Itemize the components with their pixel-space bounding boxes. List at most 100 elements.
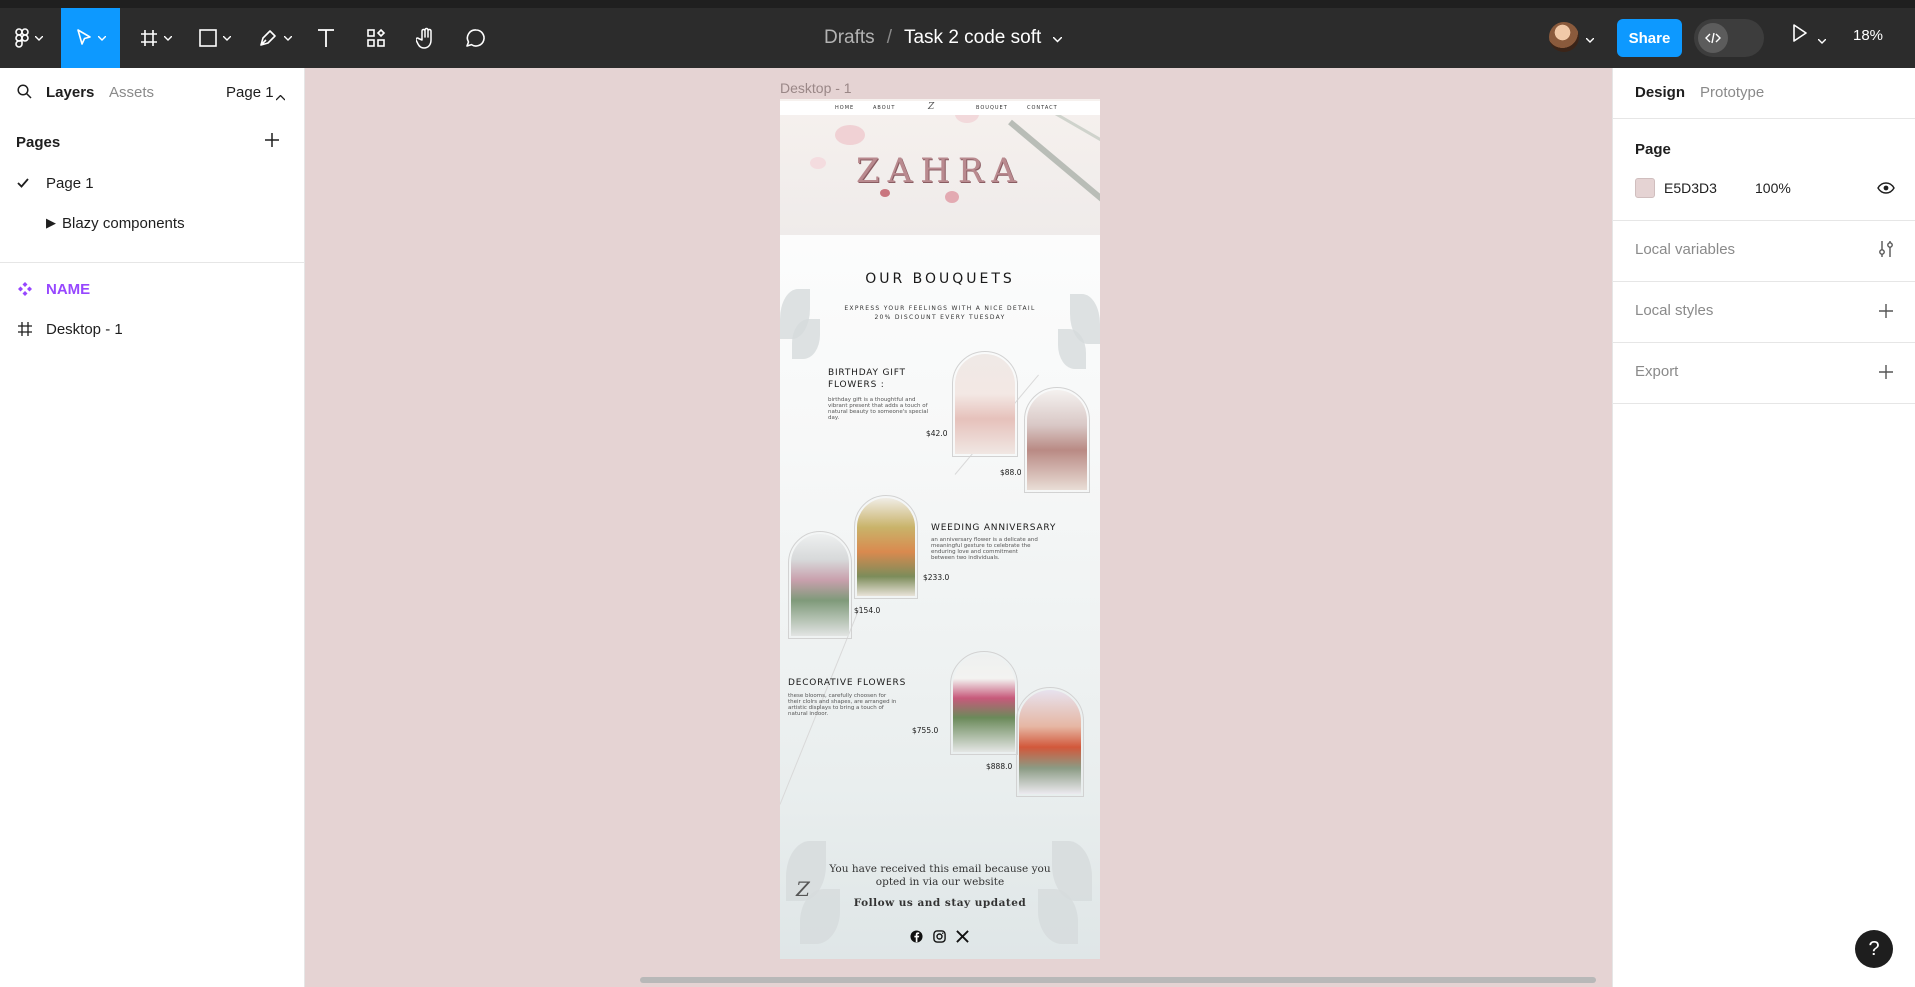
local-styles-heading[interactable]: Local styles: [1635, 302, 1713, 319]
play-icon[interactable]: [1792, 24, 1808, 47]
chevron-down-icon: [164, 35, 172, 41]
help-button[interactable]: ?: [1855, 930, 1893, 968]
nav-about: ABOUT: [873, 105, 896, 111]
hand-tool-button[interactable]: [411, 8, 441, 68]
chevron-down-icon[interactable]: [1817, 31, 1827, 49]
shape-tool-button[interactable]: [192, 8, 238, 68]
divider: [1613, 118, 1915, 119]
price-label: $88.0: [1000, 468, 1022, 477]
chevron-down-icon: [223, 35, 231, 41]
page-item-label: Page 1: [46, 175, 94, 192]
email-frame[interactable]: ZAHRA HOME ABOUT Z BOUQUET CONTACT OUR B…: [780, 99, 1100, 959]
comment-tool-button[interactable]: [461, 8, 491, 68]
bouquet-photo: [1019, 690, 1081, 794]
category-title: DECORATIVE FLOWERS: [788, 678, 907, 688]
email-nav: HOME ABOUT Z BOUQUET CONTACT: [780, 101, 1100, 115]
tab-strip: [0, 0, 1915, 8]
divider: [1613, 342, 1915, 343]
bouquet-image: [1024, 387, 1090, 493]
flower-decoration: [835, 125, 865, 145]
add-export-icon[interactable]: [1878, 364, 1894, 385]
facebook-icon: [909, 929, 923, 943]
hand-icon: [416, 27, 436, 49]
tab-prototype[interactable]: Prototype: [1700, 84, 1764, 101]
category-title-line: FLOWERS :: [828, 380, 885, 390]
add-style-icon[interactable]: [1878, 303, 1894, 324]
divider: [0, 262, 305, 263]
page-color-swatch[interactable]: [1635, 178, 1655, 198]
file-name[interactable]: Task 2 code soft: [904, 27, 1041, 49]
page-section-heading: Page: [1635, 141, 1671, 158]
text-tool-button[interactable]: [311, 8, 341, 68]
layer-item-name[interactable]: NAME: [0, 272, 305, 308]
page-item-page-1[interactable]: Page 1: [0, 166, 305, 202]
rectangle-icon: [199, 29, 217, 47]
pen-icon: [258, 28, 278, 48]
resources-tool-button[interactable]: [361, 8, 391, 68]
divider: [1613, 220, 1915, 221]
layer-item-label: Desktop - 1: [46, 321, 123, 338]
frame-label[interactable]: Desktop - 1: [780, 80, 852, 96]
right-panel: Design Prototype Page E5D3D3 100% Local …: [1612, 68, 1915, 987]
page-color-opacity[interactable]: 100%: [1755, 180, 1791, 196]
price-label: $755.0: [912, 726, 939, 735]
pen-tool-button[interactable]: [252, 8, 298, 68]
canvas[interactable]: Desktop - 1 ZAHRA HOME ABOUT Z BOUQUET C…: [305, 68, 1612, 987]
check-icon: [16, 176, 30, 193]
breadcrumb-drafts[interactable]: Drafts: [824, 27, 875, 49]
cursor-icon: [76, 29, 92, 47]
figma-logo-icon: [15, 28, 29, 48]
variables-settings-icon[interactable]: [1878, 240, 1894, 263]
text-icon: [317, 28, 335, 48]
horizontal-scrollbar[interactable]: [640, 977, 1596, 983]
component-icon: [18, 282, 32, 300]
tab-layers[interactable]: Layers: [46, 84, 94, 101]
category-title: BIRTHDAY GIFT FLOWERS :: [828, 367, 906, 391]
export-heading[interactable]: Export: [1635, 363, 1678, 380]
zoom-level[interactable]: 18%: [1853, 27, 1883, 44]
add-page-icon[interactable]: [264, 132, 280, 153]
breadcrumb-separator: /: [886, 27, 892, 48]
nav-home: HOME: [835, 105, 855, 111]
search-icon[interactable]: [17, 84, 32, 104]
eye-icon[interactable]: [1877, 181, 1895, 199]
bouquet-image: [1016, 687, 1084, 797]
layer-item-desktop-1[interactable]: Desktop - 1: [0, 312, 305, 348]
resources-icon: [366, 28, 386, 48]
price-label: $888.0: [986, 762, 1013, 771]
divider: [1613, 403, 1915, 404]
nav-bouquet: BOUQUET: [976, 105, 1008, 111]
zahra-logo-icon: Z: [928, 102, 935, 112]
tab-design[interactable]: Design: [1635, 84, 1685, 101]
bouquet-image: [950, 651, 1018, 755]
toolbar: Drafts / Task 2 code soft Share 18%: [0, 0, 1915, 68]
category-title-line: BIRTHDAY GIFT: [828, 368, 906, 378]
chevron-down-icon[interactable]: [1585, 30, 1595, 48]
move-tool-button[interactable]: [61, 8, 120, 68]
category-title: WEEDING ANNIVERSARY: [931, 523, 1057, 533]
page-item-label: Blazy components: [62, 215, 185, 232]
comment-icon: [465, 28, 487, 48]
footer-text: You have received this email because you: [829, 863, 1051, 875]
local-variables-heading[interactable]: Local variables: [1635, 241, 1735, 258]
chevron-down-icon[interactable]: [1052, 27, 1063, 49]
x-icon: [955, 929, 969, 943]
share-button[interactable]: Share: [1617, 19, 1682, 57]
dev-mode-toggle[interactable]: [1694, 19, 1764, 57]
chevron-up-icon[interactable]: [275, 88, 286, 106]
page-selector[interactable]: Page 1: [226, 84, 274, 101]
bouquet-photo: [791, 534, 849, 636]
page-color-hex[interactable]: E5D3D3: [1664, 180, 1717, 196]
bouquet-image: [788, 531, 852, 639]
price-label: $233.0: [923, 573, 950, 582]
price-label: $42.0: [926, 429, 948, 438]
tab-assets[interactable]: Assets: [109, 84, 154, 101]
layer-item-label: NAME: [46, 281, 91, 298]
price-label: $154.0: [854, 606, 881, 615]
page-item-blazy-components[interactable]: ▶ Blazy components: [0, 206, 305, 242]
bouquet-image: [952, 351, 1018, 457]
frame-tool-button[interactable]: [133, 8, 179, 68]
main-menu-button[interactable]: [8, 8, 50, 68]
avatar[interactable]: [1549, 22, 1579, 52]
frame-icon: [18, 322, 32, 340]
